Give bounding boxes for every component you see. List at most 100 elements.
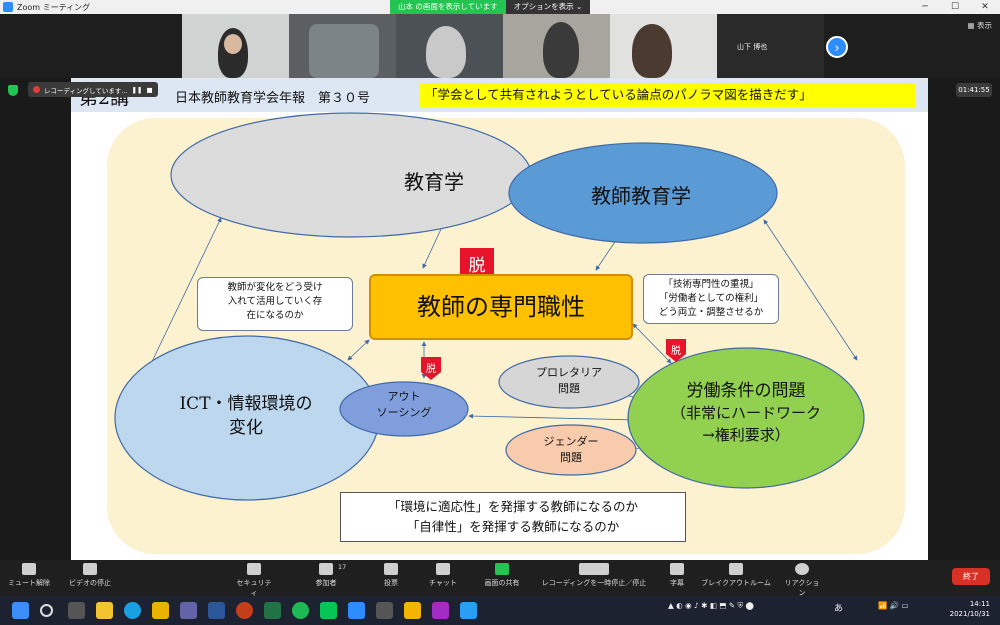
callout-line: 在になるのか [246,310,304,321]
node-labor-line: （非常にハードワーク [670,404,821,422]
node-labor: 労働条件の問題 （非常にハードワーク →権利要求） [651,380,841,446]
line-app-icon[interactable] [320,602,337,619]
node-teacher-education: 教師教育学 [591,184,691,208]
chat-button[interactable]: チャット [428,563,458,588]
recording-controls-label: レコーディングを一時停止／停止 [541,579,647,587]
reaction-button[interactable]: リアクション [782,563,822,598]
participant-video [426,26,466,78]
windows-taskbar: ▲ ◐ ◉ ♪ ✱ ◧ ⬒ ✎ ⛨ ⬤ あ 📶 🔊 ▭ 14:11 2021/1… [0,596,1000,625]
recording-controls-button[interactable]: レコーディングを一時停止／停止 [534,563,654,588]
chat-label: チャット [429,579,457,587]
recording-dot-icon [33,86,40,93]
view-button[interactable]: ▦ 表示 [968,20,992,31]
share-banner: 山本 の画面を表示しています オプションを表示 ⌄ [390,0,591,14]
mute-button[interactable]: ミュート解除 [6,563,52,588]
next-page-icon[interactable]: › [826,36,848,58]
callout-line: 入れて活用していく存 [227,296,323,307]
telegram-icon[interactable] [460,602,477,619]
node-ict-line: 変化 [229,418,263,438]
participant-tile[interactable]: 山下 博也 [717,14,824,78]
node-proletaria: プロレタリア 問題 [501,365,637,397]
conclusion-box: 「環境に適応性」を発揮する教師になるのか 「自律性」を発揮する教師になるのか [340,492,686,542]
breakout-label: ブレイクアウトルーム [701,579,771,587]
spotify-icon[interactable] [292,602,309,619]
callout-line: 教師が変化をどう受け [227,282,323,293]
share-screen-button[interactable]: 画面の共有 [478,563,526,588]
datsu-text: 脱 [469,256,486,276]
participant-video [632,24,672,78]
pause-stop-icon [579,563,609,575]
end-meeting-button[interactable]: 終了 [952,568,990,585]
edge-browser-icon[interactable] [124,602,141,619]
node-outsourcing-line: アウト [387,390,421,403]
node-labor-line: →権利要求） [702,426,790,444]
poll-label: 投票 [384,579,398,587]
taskbar-clock[interactable]: 14:11 2021/10/31 [930,599,990,619]
maximize-icon[interactable]: ☐ [940,0,970,14]
video-label: ビデオの停止 [69,579,111,587]
zoom-app-icon[interactable] [348,602,365,619]
share-label: 画面の共有 [484,579,520,587]
ime-indicator[interactable]: あ [834,601,843,614]
node-gender: ジェンダー 問題 [511,434,631,466]
powerpoint-icon[interactable] [236,602,253,619]
shared-slide: 第2講 日本教師教育学会年報 第３０号 「学会として共有されようとしている論点の… [71,78,928,560]
zoom-window: Zoom ミーティング ─ ☐ ✕ 山本 の画面を表示しています オプションを表… [0,0,1000,625]
windows-start-icon[interactable] [12,602,29,619]
center-node: 教師の専門職性 [369,274,633,340]
stop-icon[interactable]: ■ [146,86,152,94]
node-ict-line: ICT・情報環境の [179,394,313,414]
close-icon[interactable]: ✕ [970,0,1000,14]
search-icon[interactable] [40,604,53,617]
datsu-text: 脱 [426,362,436,375]
callout-line: どう両立・調整させるか [658,307,764,318]
stop-video-button[interactable]: ビデオの停止 [64,563,116,588]
connector-line [632,323,672,364]
node-proletaria-line: 問題 [558,382,580,395]
video-camera-icon [83,563,97,575]
file-explorer-icon[interactable] [96,602,113,619]
share-status: 山本 の画面を表示しています [390,0,506,14]
callout-left: 教師が変化をどう受け 入れて活用していく存 在になるのか [197,277,353,331]
breakout-rooms-button[interactable]: ブレイクアウトルーム [700,563,772,588]
caption-button[interactable]: 字幕 [664,563,690,588]
share-screen-icon [495,563,509,575]
node-gender-line: 問題 [560,451,582,464]
recording-indicator[interactable]: レコーディングしています... ❚❚ ■ [28,82,158,97]
participant-tile[interactable] [610,14,717,78]
word-icon[interactable] [208,602,225,619]
participant-tile[interactable] [503,14,610,78]
breakout-grid-icon [729,563,743,575]
slides-app-icon[interactable] [404,602,421,619]
participant-tile[interactable] [396,14,503,78]
tray-icons[interactable]: ▲ ◐ ◉ ♪ ✱ ◧ ⬒ ✎ ⛨ ⬤ [668,601,754,611]
pause-icon[interactable]: ❚❚ [132,86,143,94]
c-app-icon[interactable] [432,602,449,619]
participants-icon [319,563,333,575]
shield-icon[interactable] [8,85,18,96]
meeting-toolbar: ミュート解除 ビデオの停止 セキュリティ 参加者 17 投票 チャット 画面の共… [0,560,1000,598]
media-app-icon[interactable] [376,602,393,619]
clock-time: 14:11 [969,600,990,608]
caption-label: 字幕 [670,579,684,587]
poll-chart-icon [384,563,398,575]
window-title: Zoom ミーティング [17,2,91,12]
chrome-browser-icon[interactable] [152,602,169,619]
participant-tile[interactable] [182,14,289,78]
poll-button[interactable]: 投票 [376,563,406,588]
task-view-icon[interactable] [68,602,85,619]
node-outsourcing: アウト ソーシング [344,389,464,421]
security-button[interactable]: セキュリティ [234,563,274,598]
participant-face [224,34,242,54]
teams-icon[interactable] [180,602,197,619]
minimize-icon[interactable]: ─ [910,0,940,14]
node-gender-line: ジェンダー [543,435,599,448]
zoom-logo-icon [3,2,13,12]
node-education: 教育学 [404,170,464,194]
excel-icon[interactable] [264,602,281,619]
network-volume-battery-icons[interactable]: 📶 🔊 ▭ [878,601,909,610]
options-button[interactable]: オプションを表示 ⌄ [505,0,591,14]
participant-tile[interactable] [289,14,396,78]
cc-icon [670,563,684,575]
node-proletaria-line: プロレタリア [536,366,602,379]
